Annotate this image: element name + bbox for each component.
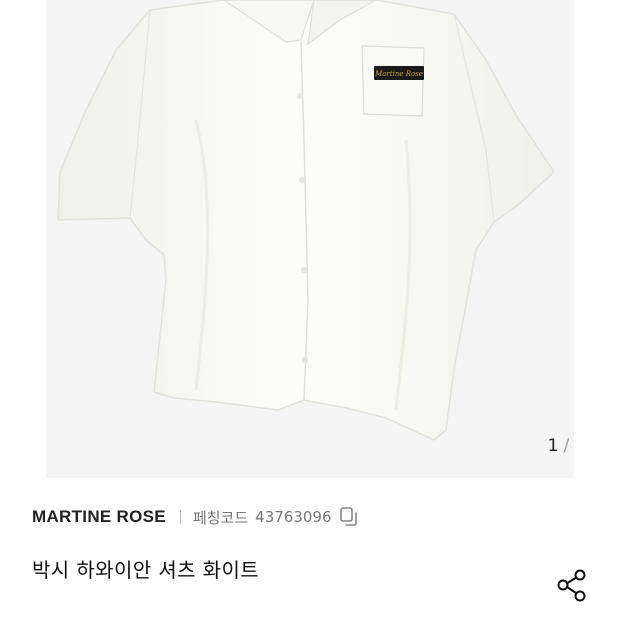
copy-icon[interactable]: [339, 507, 358, 527]
brand-link[interactable]: MARTINE ROSE: [32, 507, 166, 527]
meta-divider: [179, 510, 181, 524]
product-meta-row: MARTINE ROSE 페칭코드 43763096: [32, 505, 358, 529]
product-title: 박시 하와이안 셔츠 화이트: [32, 558, 260, 582]
image-counter-separator: /: [563, 436, 571, 456]
product-code-label: 페칭코드: [192, 508, 249, 527]
image-counter-current: 1: [547, 436, 560, 456]
svg-text:Martine Rose: Martine Rose: [374, 70, 423, 78]
product-code-value: 43763096: [255, 508, 332, 526]
share-icon[interactable]: [555, 568, 589, 602]
product-image: Martine Rose: [57, 0, 555, 441]
image-counter: 1/6: [548, 436, 574, 456]
product-image-gallery[interactable]: Martine Rose 1/6: [46, 0, 574, 478]
